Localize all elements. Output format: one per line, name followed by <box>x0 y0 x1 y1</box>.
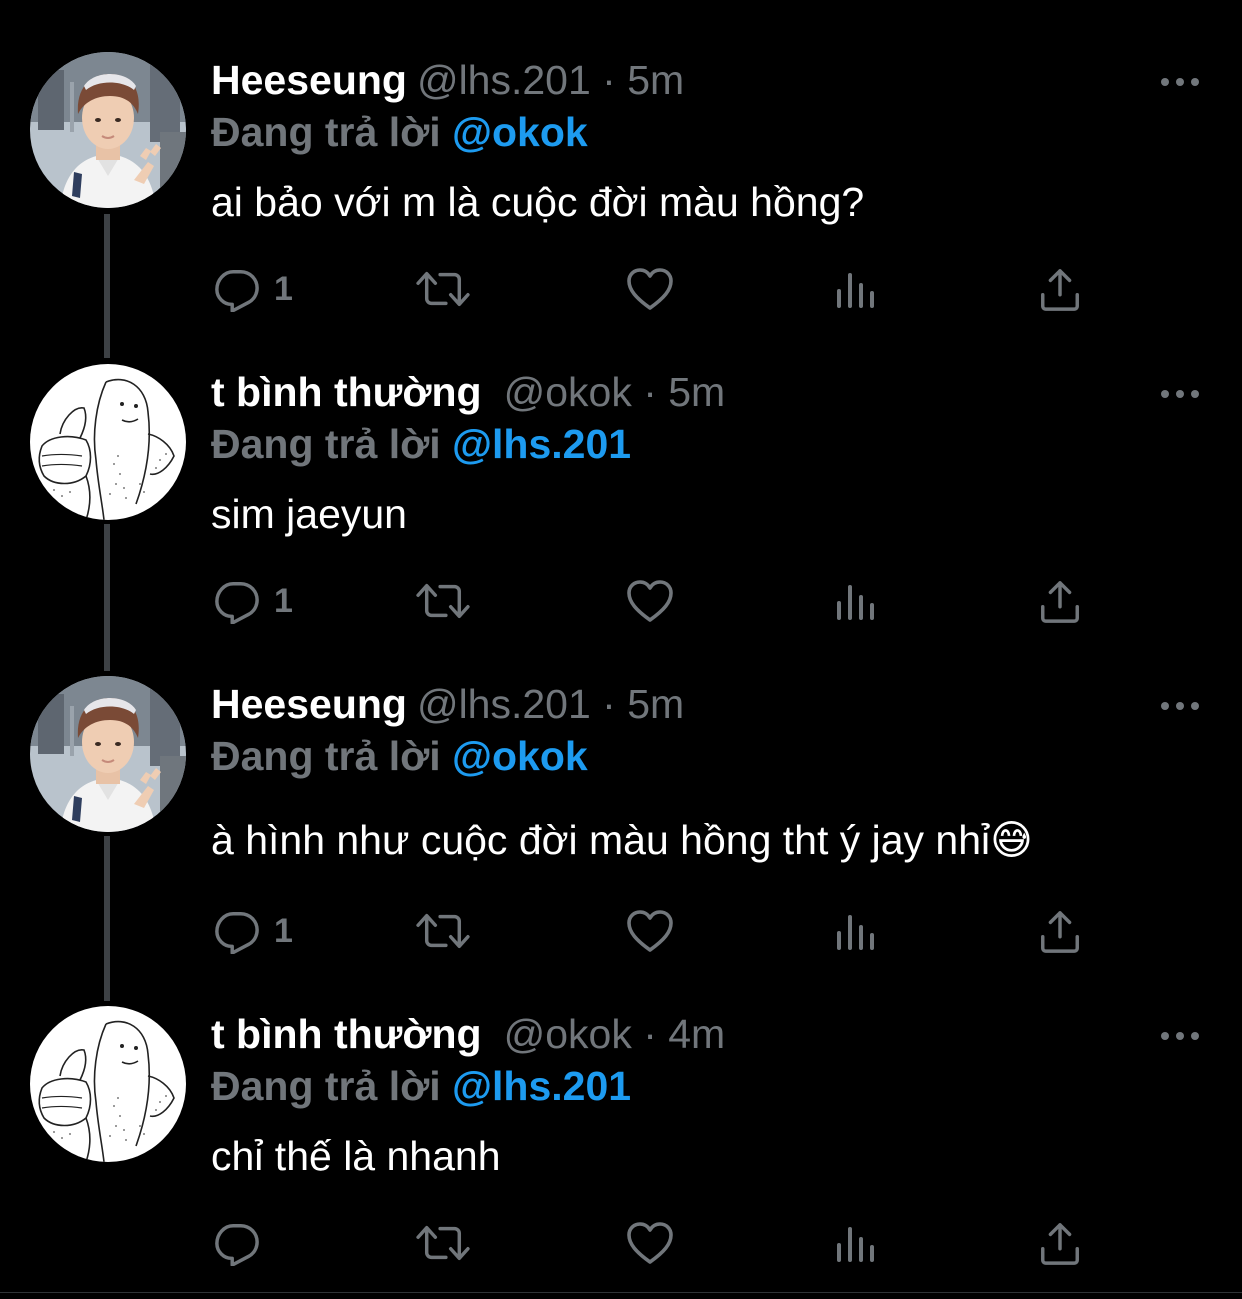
reply-label: Đang trả lời <box>211 109 441 155</box>
display-name[interactable]: Heeseung <box>211 57 407 103</box>
reply-button[interactable]: 1 <box>214 908 293 954</box>
like-icon <box>626 579 674 623</box>
reply-count: 1 <box>274 581 293 620</box>
share-icon <box>1038 1220 1082 1266</box>
thumbs-up-doodle-avatar-icon <box>30 1006 186 1162</box>
tweet-header: Heeseung @lhs.201 · 5m <box>211 684 684 725</box>
handle-time[interactable]: @lhs.201 · 5m <box>417 681 684 727</box>
reply-icon <box>214 1220 260 1266</box>
tweet-text: à hình như cuộc đời màu hồng tht ý jay n… <box>211 817 991 863</box>
retweet-icon <box>414 578 472 624</box>
tweet-header: t bình thường @okok · 4m <box>211 1014 725 1055</box>
tweet-header: t bình thường @okok · 5m <box>211 372 725 413</box>
share-icon <box>1038 578 1082 624</box>
tweet-header: Heeseung @lhs.201 · 5m <box>211 60 684 101</box>
retweet-button[interactable] <box>414 1220 472 1266</box>
divider <box>0 1292 1242 1293</box>
tweet[interactable]: Heeseung @lhs.201 · 5m Đang trả lời @okok… <box>0 0 1242 340</box>
analytics-icon <box>834 909 878 953</box>
replying-to: Đang trả lời @lhs.201 <box>211 424 631 465</box>
tweet[interactable]: t bình thường @okok · 4m Đang trả lời @lh… <box>0 990 1242 1290</box>
tweet-text: sim jaeyun <box>211 491 407 537</box>
reply-button[interactable]: 1 <box>214 578 293 624</box>
retweet-icon <box>414 1220 472 1266</box>
more-options-icon[interactable] <box>1160 74 1200 84</box>
avatar[interactable] <box>30 676 186 832</box>
more-options-icon[interactable] <box>1160 1028 1200 1038</box>
handle-time[interactable]: @lhs.201 · 5m <box>417 57 684 103</box>
analytics-icon <box>834 1221 878 1265</box>
more-options-icon[interactable] <box>1160 698 1200 708</box>
like-button[interactable] <box>626 578 674 624</box>
reply-icon <box>214 578 260 624</box>
analytics-icon <box>834 267 878 311</box>
avatar[interactable] <box>30 1006 186 1162</box>
reply-target-link[interactable]: @okok <box>452 109 588 155</box>
analytics-button[interactable] <box>834 266 878 312</box>
avatar[interactable] <box>30 52 186 208</box>
analytics-icon <box>834 579 878 623</box>
tweet-text-row: à hình như cuộc đời màu hồng tht ý jay n… <box>211 820 1033 861</box>
like-icon <box>626 1221 674 1265</box>
reply-count: 1 <box>274 911 293 950</box>
analytics-button[interactable] <box>834 1220 878 1266</box>
handle-time[interactable]: @okok · 4m <box>504 1011 726 1057</box>
replying-to: Đang trả lời @okok <box>211 736 588 777</box>
more-options-icon[interactable] <box>1160 386 1200 396</box>
tweet[interactable]: Heeseung @lhs.201 · 5m Đang trả lời @okok… <box>0 660 1242 990</box>
share-button[interactable] <box>1038 1220 1082 1266</box>
share-icon <box>1038 266 1082 312</box>
retweet-button[interactable] <box>414 266 472 312</box>
analytics-button[interactable] <box>834 578 878 624</box>
like-icon <box>626 909 674 953</box>
like-icon <box>626 267 674 311</box>
thumbs-up-doodle-avatar-icon <box>30 364 186 520</box>
reply-button[interactable]: 1 <box>214 266 293 312</box>
replying-to: Đang trả lời @lhs.201 <box>211 1066 631 1107</box>
grinning-sweat-emoji-icon: 😅 <box>990 816 1033 864</box>
reply-icon <box>214 908 260 954</box>
tweet-text: chỉ thế là nhanh <box>211 1133 501 1179</box>
reply-label: Đang trả lời <box>211 421 441 467</box>
reply-target-link[interactable]: @lhs.201 <box>452 421 631 467</box>
reply-count: 1 <box>274 269 293 308</box>
reply-target-link[interactable]: @okok <box>452 733 588 779</box>
reply-icon <box>214 266 260 312</box>
tweet[interactable]: t bình thường @okok · 5m Đang trả lời @lh… <box>0 340 1242 660</box>
retweet-icon <box>414 908 472 954</box>
analytics-button[interactable] <box>834 908 878 954</box>
like-button[interactable] <box>626 1220 674 1266</box>
like-button[interactable] <box>626 908 674 954</box>
retweet-button[interactable] <box>414 578 472 624</box>
retweet-button[interactable] <box>414 908 472 954</box>
like-button[interactable] <box>626 266 674 312</box>
share-button[interactable] <box>1038 578 1082 624</box>
display-name[interactable]: t bình thường <box>211 1011 482 1057</box>
reply-label: Đang trả lời <box>211 733 441 779</box>
display-name[interactable]: Heeseung <box>211 681 407 727</box>
selfie-photo-avatar-icon <box>30 52 186 208</box>
selfie-photo-avatar-icon <box>30 676 186 832</box>
handle-time[interactable]: @okok · 5m <box>504 369 726 415</box>
share-icon <box>1038 908 1082 954</box>
display-name[interactable]: t bình thường <box>211 369 482 415</box>
reply-button[interactable] <box>214 1220 274 1266</box>
avatar[interactable] <box>30 364 186 520</box>
replying-to: Đang trả lời @okok <box>211 112 588 153</box>
share-button[interactable] <box>1038 908 1082 954</box>
retweet-icon <box>414 266 472 312</box>
reply-label: Đang trả lời <box>211 1063 441 1109</box>
tweet-text: ai bảo với m là cuộc đời màu hồng? <box>211 179 865 225</box>
share-button[interactable] <box>1038 266 1082 312</box>
reply-target-link[interactable]: @lhs.201 <box>452 1063 631 1109</box>
